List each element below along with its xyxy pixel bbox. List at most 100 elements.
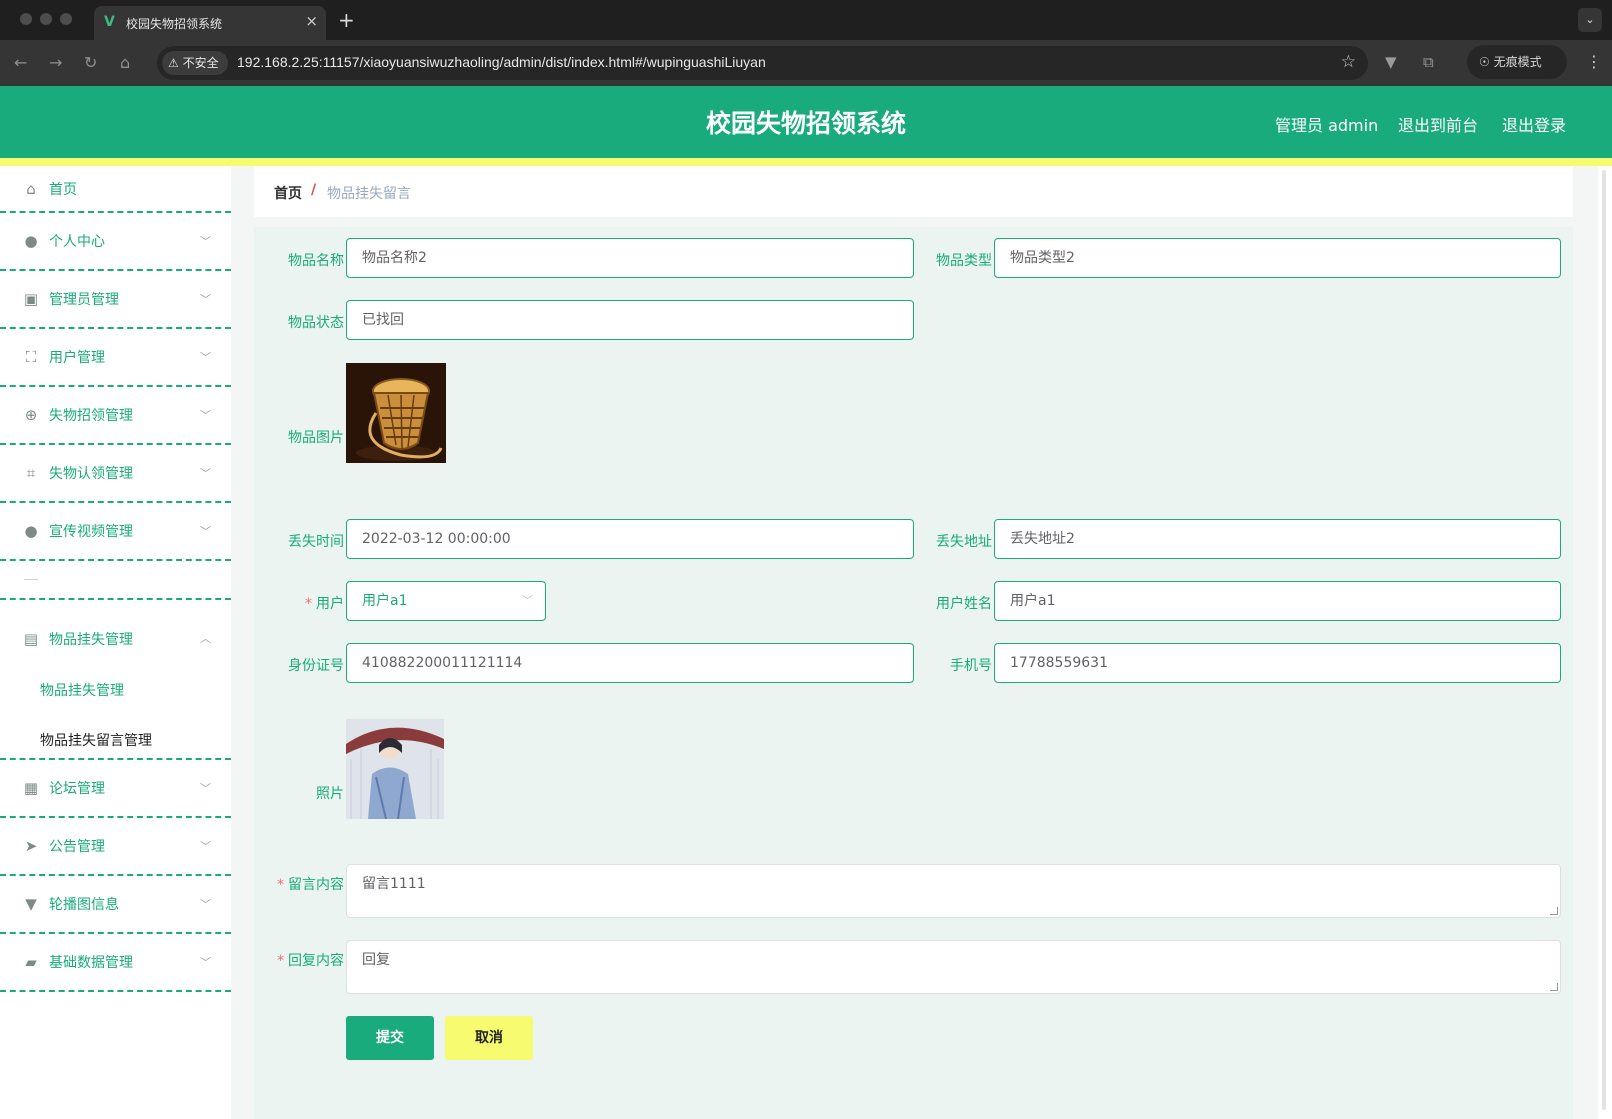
lost-address-input[interactable]: 丢失地址2 bbox=[994, 519, 1561, 559]
exit-to-front-link[interactable]: 退出到前台 bbox=[1398, 112, 1478, 136]
app-header: 校园失物招领系统 管理员 admin 退出到前台 退出登录 bbox=[0, 86, 1612, 158]
cancel-button[interactable]: 取消 bbox=[445, 1016, 533, 1060]
form-panel: 物品名称 物品名称2 物品类型 物品类型2 物品状态 已找回 物品图片 丢失时间… bbox=[254, 227, 1573, 1119]
sidebar-item-carousel-info[interactable]: ▼ 轮播图信息 ﹀ bbox=[0, 876, 231, 934]
breadcrumb: 首页 / 物品挂失留言 bbox=[254, 166, 1573, 217]
chevron-down-icon: ﹀ bbox=[200, 467, 211, 480]
sidebar-item-label: 论坛管理 bbox=[49, 781, 105, 797]
sidebar-item-forum-management[interactable]: ▦ 论坛管理 ﹀ bbox=[0, 760, 231, 818]
user-name-input[interactable]: 用户a1 bbox=[994, 581, 1561, 621]
sidebar-empty-item[interactable] bbox=[0, 561, 231, 600]
user-icon: ● bbox=[24, 232, 38, 250]
sidebar-item-claim-management[interactable]: ⌗ 失物认领管理 ﹀ bbox=[0, 445, 231, 503]
item-status-input[interactable]: 已找回 bbox=[346, 300, 914, 340]
user-select-value: 用户a1 bbox=[362, 593, 408, 609]
sidebar-item-label: 物品挂失管理 bbox=[49, 632, 133, 648]
phone-input[interactable]: 17788559631 bbox=[994, 643, 1561, 683]
browser-tab-bar: V 校园失物招领系统 × + ⌄ bbox=[0, 0, 1612, 40]
user-name-label: 用户姓名 bbox=[936, 596, 992, 612]
user-icon: ● bbox=[24, 522, 38, 540]
basket-image bbox=[346, 363, 446, 463]
reply-label-text: 回复内容 bbox=[288, 953, 344, 969]
page-scrollbar-thumb[interactable] bbox=[1602, 170, 1606, 1110]
tab-search-icon[interactable]: ⌄ bbox=[1578, 8, 1602, 32]
sidebar-item-label: 公告管理 bbox=[49, 839, 105, 855]
current-user-label: 管理员 admin bbox=[1275, 116, 1379, 135]
phone-label: 手机号 bbox=[950, 658, 992, 674]
chevron-down-icon: ﹀ bbox=[200, 351, 211, 364]
address-bar: ← → ↻ ⌂ ⚠ 不安全 192.168.2.25:11157/xiaoyua… bbox=[0, 40, 1612, 86]
resize-handle-icon[interactable] bbox=[1550, 983, 1558, 991]
chevron-down-icon: ﹀ bbox=[200, 956, 211, 969]
sidebar-item-admin-management[interactable]: ▣ 管理员管理 ﹀ bbox=[0, 271, 231, 329]
back-icon[interactable]: ← bbox=[14, 53, 27, 72]
sidebar-item-label: 首页 bbox=[49, 181, 77, 198]
chevron-down-icon: ﹀ bbox=[200, 782, 211, 795]
user-select[interactable]: 用户a1 ﹀ bbox=[346, 581, 546, 621]
submit-button[interactable]: 提交 bbox=[346, 1016, 434, 1060]
required-mark: * bbox=[305, 596, 312, 612]
breadcrumb-separator: / bbox=[311, 182, 317, 198]
header-accent-strip bbox=[0, 158, 1612, 166]
window-close-dot[interactable] bbox=[20, 13, 32, 25]
id-number-input[interactable]: 410882200011121114 bbox=[346, 643, 914, 683]
sidebar-item-loss-report-management[interactable]: ▤ 物品挂失管理 ︿ 物品挂失管理 物品挂失留言管理 bbox=[0, 600, 231, 760]
fullscreen-icon: ⛶ bbox=[25, 348, 37, 366]
sidebar-item-lost-found-management[interactable]: ⊕ 失物招领管理 ﹀ bbox=[0, 387, 231, 445]
briefcase-icon: ▤ bbox=[23, 630, 39, 648]
chevron-down-icon: ﹀ bbox=[200, 525, 211, 538]
user-label-text: 用户 bbox=[316, 596, 344, 612]
forward-icon[interactable]: → bbox=[49, 53, 62, 72]
photo-thumbnail[interactable] bbox=[346, 719, 444, 819]
submenu-loss-report[interactable]: 物品挂失管理 bbox=[40, 680, 124, 700]
window-minimize-dot[interactable] bbox=[40, 13, 52, 25]
brush-icon: ▼ bbox=[25, 895, 37, 913]
required-mark: * bbox=[277, 877, 284, 893]
sidebar-item-user-management[interactable]: ⛶ 用户管理 ﹀ bbox=[0, 329, 231, 387]
incognito-chip[interactable]: ☉ 无痕模式 bbox=[1467, 45, 1567, 79]
sidebar-item-personal-center[interactable]: ● 个人中心 ﹀ bbox=[0, 213, 231, 271]
item-image-thumbnail[interactable] bbox=[346, 363, 446, 463]
puzzle-icon[interactable]: ⧉ bbox=[1423, 53, 1434, 71]
new-tab-icon[interactable]: + bbox=[338, 8, 355, 32]
sidebar-item-home[interactable]: ⌂ 首页 bbox=[0, 166, 231, 213]
sidebar-item-video-management[interactable]: ● 宣传视频管理 ﹀ bbox=[0, 503, 231, 561]
sidebar-item-label: 轮播图信息 bbox=[49, 897, 119, 913]
send-icon: ➤ bbox=[24, 837, 38, 855]
star-icon[interactable]: ☆ bbox=[1341, 52, 1356, 72]
item-type-label: 物品类型 bbox=[936, 253, 992, 269]
security-label: 不安全 bbox=[182, 56, 219, 70]
message-label-text: 留言内容 bbox=[288, 877, 344, 893]
reply-label: * 回复内容 bbox=[254, 950, 344, 970]
browser-tab[interactable]: V 校园失物招领系统 × bbox=[94, 6, 326, 40]
warning-icon: ⚠ bbox=[168, 56, 179, 70]
reload-icon[interactable]: ↻ bbox=[84, 53, 97, 72]
sidebar-item-base-data-management[interactable]: ▰ 基础数据管理 ﹀ bbox=[0, 934, 231, 992]
vue-logo-icon: V bbox=[104, 14, 115, 30]
sidebar-item-label: 失物认领管理 bbox=[49, 466, 133, 482]
window-zoom-dot[interactable] bbox=[60, 13, 72, 25]
kebab-icon[interactable]: ⋮ bbox=[1586, 52, 1602, 71]
omnibox[interactable]: ⚠ 不安全 192.168.2.25:11157/xiaoyuansiwuzha… bbox=[157, 46, 1368, 80]
sidebar-item-label: 失物招领管理 bbox=[49, 408, 133, 424]
extension-icon[interactable]: ▼ bbox=[1385, 53, 1397, 71]
logout-link[interactable]: 退出登录 bbox=[1502, 112, 1566, 136]
item-name-input[interactable]: 物品名称2 bbox=[346, 238, 914, 278]
resize-handle-icon[interactable] bbox=[1550, 907, 1558, 915]
lost-time-input[interactable]: 2022-03-12 00:00:00 bbox=[346, 519, 914, 559]
required-mark: * bbox=[277, 953, 284, 969]
reply-textarea[interactable]: 回复 bbox=[346, 940, 1561, 994]
url-text[interactable]: 192.168.2.25:11157/xiaoyuansiwuzhaoling/… bbox=[237, 54, 766, 70]
sidebar-item-notice-management[interactable]: ➤ 公告管理 ﹀ bbox=[0, 818, 231, 876]
message-textarea[interactable]: 留言1111 bbox=[346, 864, 1561, 918]
close-tab-icon[interactable]: × bbox=[305, 12, 318, 30]
chevron-down-icon: ﹀ bbox=[200, 235, 211, 248]
submenu-loss-report-message[interactable]: 物品挂失留言管理 bbox=[40, 730, 152, 750]
message-label: * 留言内容 bbox=[254, 874, 344, 894]
security-chip[interactable]: ⚠ 不安全 bbox=[162, 51, 228, 75]
breadcrumb-home[interactable]: 首页 bbox=[274, 183, 302, 203]
sidebar-item-label: 基础数据管理 bbox=[49, 955, 133, 971]
home-icon[interactable]: ⌂ bbox=[120, 53, 130, 72]
item-type-input[interactable]: 物品类型2 bbox=[994, 238, 1561, 278]
reply-text: 回复 bbox=[362, 952, 390, 968]
